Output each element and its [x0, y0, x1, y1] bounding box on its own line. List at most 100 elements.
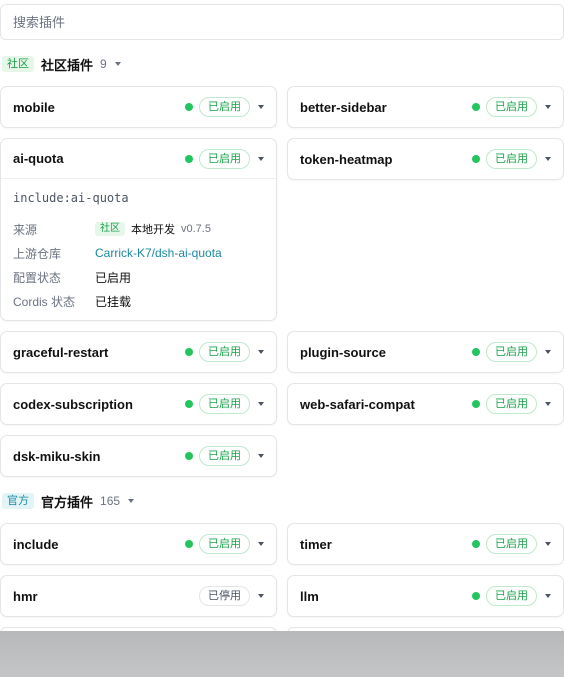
chevron-down-icon[interactable] [545, 542, 551, 546]
plugin-name: token-heatmap [300, 151, 393, 167]
status-dot-icon [472, 155, 480, 163]
status-dot-icon [472, 348, 480, 356]
plugin-card-dsk-miku-skin[interactable]: dsk-miku-skin 已启用 [0, 435, 277, 477]
plugin-name: mobile [13, 99, 55, 115]
status-badge[interactable]: 已启用 [199, 342, 250, 362]
chevron-down-icon[interactable] [258, 105, 264, 109]
status-dot-icon [472, 592, 480, 600]
plugin-version: v0.7.5 [181, 223, 211, 235]
chevron-down-icon[interactable] [545, 402, 551, 406]
source-label: 来源 [13, 222, 38, 237]
plugin-name: timer [300, 536, 332, 552]
status-dot-icon [472, 540, 480, 548]
plugin-card-header[interactable]: web-safari-compat 已启用 [288, 384, 563, 424]
status-badge[interactable]: 已启用 [199, 148, 250, 169]
plugin-name: ai-quota [13, 151, 64, 166]
plugin-card-better-sidebar[interactable]: better-sidebar 已启用 [287, 86, 564, 128]
chevron-down-icon[interactable] [258, 454, 264, 458]
status-dot-icon [185, 540, 193, 548]
plugin-name: llm [300, 588, 319, 604]
community-plugin-count: 9 [100, 57, 107, 71]
plugin-card-mobile[interactable]: mobile 已启用 [0, 86, 277, 128]
plugin-card-graceful-restart[interactable]: graceful-restart 已启用 [0, 331, 277, 373]
plugin-card-header[interactable]: codex-subscription 已启用 [1, 384, 276, 424]
plugin-card-include[interactable]: include 已启用 [0, 523, 277, 565]
plugin-name: graceful-restart [13, 344, 109, 360]
status-dot-icon [185, 103, 193, 111]
chevron-down-icon[interactable] [258, 156, 264, 161]
plugin-card-header[interactable]: plugin-source 已启用 [288, 332, 563, 372]
status-badge[interactable]: 已启用 [199, 97, 250, 117]
chevron-down-icon[interactable] [258, 542, 264, 546]
plugin-card-llm[interactable]: llm 已启用 [287, 575, 564, 617]
plugin-card-token-heatmap[interactable]: token-heatmap 已启用 [287, 138, 564, 180]
plugin-card-header[interactable]: token-heatmap 已启用 [288, 139, 563, 179]
status-dot-icon [185, 452, 193, 460]
detail-row-cordis: Cordis 状态 已挂载 [13, 289, 264, 313]
status-dot-icon [472, 400, 480, 408]
plugin-detail-panel: include:ai-quota 来源 社区 本地开发 v0.7.5 上游仓库 … [1, 179, 276, 313]
status-badge[interactable]: 已启用 [199, 446, 250, 466]
chevron-down-icon[interactable] [258, 594, 264, 598]
chevron-down-icon[interactable] [545, 594, 551, 598]
status-badge[interactable]: 已启用 [486, 97, 537, 117]
status-badge[interactable]: 已启用 [199, 394, 250, 414]
plugin-name: dsk-miku-skin [13, 448, 101, 464]
plugin-card-header[interactable]: include 已启用 [1, 524, 276, 564]
chevron-down-icon[interactable] [258, 402, 264, 406]
status-badge[interactable]: 已启用 [486, 394, 537, 414]
source-local: 本地开发 [131, 224, 175, 236]
status-dot-icon [185, 154, 193, 163]
official-tag: 官方 [2, 493, 34, 509]
plugin-name: codex-subscription [13, 396, 133, 412]
status-badge[interactable]: 已启用 [486, 534, 537, 554]
plugin-card-header[interactable]: llm 已启用 [288, 576, 563, 616]
plugin-name: better-sidebar [300, 99, 387, 115]
repo-label: 上游仓库 [13, 246, 62, 261]
plugin-card-header[interactable]: hmr 已停用 [1, 576, 276, 616]
search-input[interactable] [13, 14, 551, 30]
plugin-card-header[interactable]: ai-quota 已启用 [1, 139, 276, 179]
plugin-name: include [13, 536, 59, 552]
cordis-label: Cordis 状态 [13, 294, 76, 309]
plugin-card-codex-subscription[interactable]: codex-subscription 已启用 [0, 383, 277, 425]
chevron-down-icon[interactable] [545, 157, 551, 161]
plugin-name: hmr [13, 588, 38, 604]
chevron-down-icon[interactable] [545, 350, 551, 354]
plugin-card-header[interactable]: mobile 已启用 [1, 87, 276, 127]
plugin-card-web-safari-compat[interactable]: web-safari-compat 已启用 [287, 383, 564, 425]
plugin-card-plugin-source[interactable]: plugin-source 已启用 [287, 331, 564, 373]
detail-row-repo: 上游仓库 Carrick-K7/dsh-ai-quota [13, 241, 264, 265]
status-dot-icon [185, 348, 193, 356]
chevron-down-icon[interactable] [258, 350, 264, 354]
config-value: 已启用 [95, 270, 132, 285]
chevron-down-icon[interactable] [128, 499, 135, 503]
plugin-card-timer[interactable]: timer 已启用 [287, 523, 564, 565]
plugin-card-header[interactable]: better-sidebar 已启用 [288, 87, 563, 127]
community-section-title: 社区插件 [41, 57, 94, 73]
plugin-card-header[interactable]: timer 已启用 [288, 524, 563, 564]
chevron-down-icon[interactable] [114, 62, 121, 66]
upstream-repo-link[interactable]: Carrick-K7/dsh-ai-quota [95, 246, 222, 260]
plugin-card-hmr[interactable]: hmr 已停用 [0, 575, 277, 617]
status-badge[interactable]: 已启用 [486, 342, 537, 362]
plugin-name: web-safari-compat [300, 396, 415, 412]
official-section-title: 官方插件 [41, 494, 94, 510]
config-label: 配置状态 [13, 270, 62, 285]
status-badge[interactable]: 已启用 [486, 149, 537, 169]
community-tag: 社区 [2, 56, 34, 72]
plugin-card-ai-quota[interactable]: ai-quota 已启用 include:ai-quota 来源 社区 本地开发… [0, 138, 277, 321]
official-plugin-count: 165 [100, 494, 121, 508]
community-section-header[interactable]: 社区 社区插件 9 [2, 55, 121, 73]
search-box[interactable] [0, 4, 564, 40]
plugin-include-path: include:ai-quota [13, 191, 129, 205]
status-badge[interactable]: 已启用 [199, 534, 250, 554]
chevron-down-icon[interactable] [545, 105, 551, 109]
plugin-card-header[interactable]: graceful-restart 已启用 [1, 332, 276, 372]
plugin-card-header[interactable]: dsk-miku-skin 已启用 [1, 436, 276, 476]
plugin-name: plugin-source [300, 344, 386, 360]
status-badge[interactable]: 已启用 [486, 586, 537, 606]
bottom-overlay [0, 631, 564, 677]
status-badge[interactable]: 已停用 [199, 586, 250, 606]
official-section-header[interactable]: 官方 官方插件 165 [2, 492, 135, 510]
